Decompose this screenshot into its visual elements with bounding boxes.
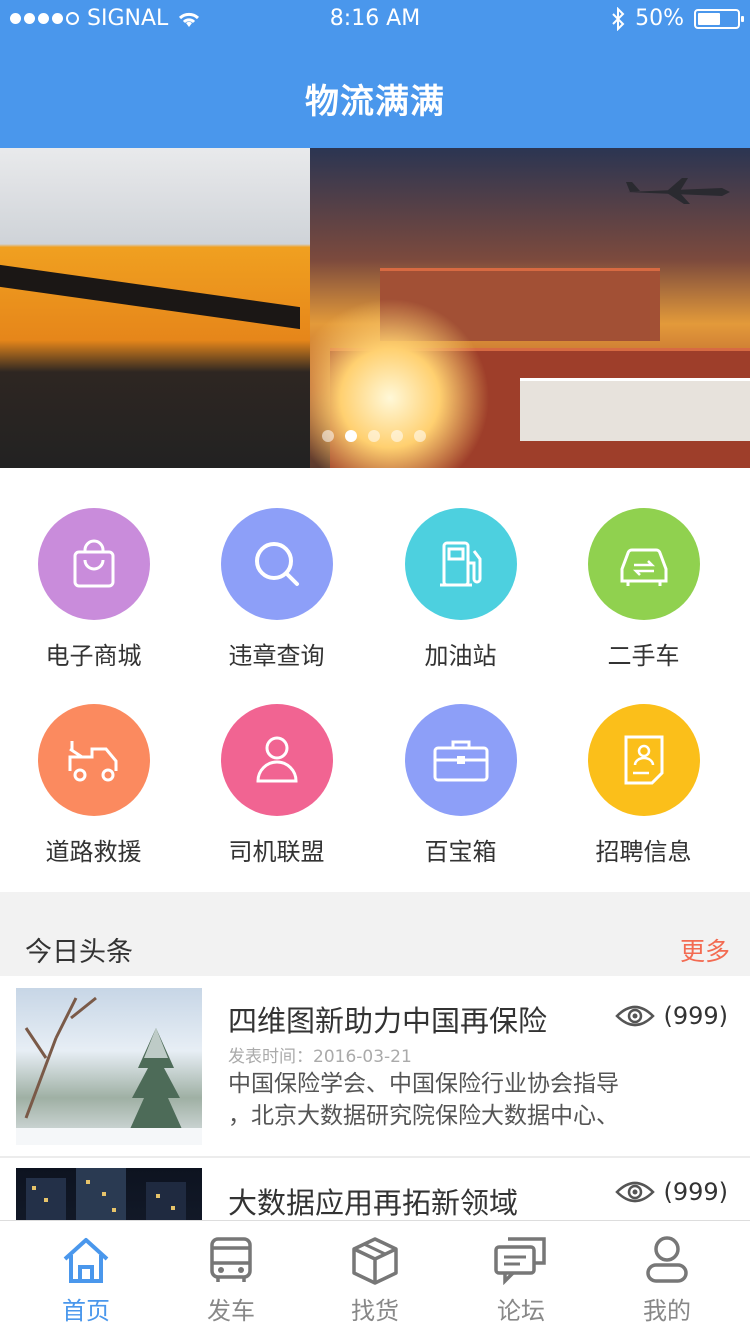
tab-label: 论坛 xyxy=(497,1297,545,1325)
service-label: 违章查询 xyxy=(228,642,325,670)
service-gas-station[interactable]: 加油站 xyxy=(367,508,554,671)
profile-icon xyxy=(646,1236,688,1283)
tab-depart[interactable]: 发车 xyxy=(156,1221,306,1335)
service-grid: 电子商城 违章查询 加油站 二手车 道路救援 司机联盟 百宝箱 招聘信息 xyxy=(0,468,750,892)
tab-label: 找货 xyxy=(351,1297,399,1325)
shopping-bag-icon xyxy=(37,508,150,620)
header: SIGNAL 8:16 AM 50% 物流满满 xyxy=(0,0,750,148)
service-used-car[interactable]: 二手车 xyxy=(550,508,737,671)
news-title: 四维图新助力中国再保险 xyxy=(228,1004,548,1038)
pager-dot[interactable] xyxy=(414,430,426,442)
pager-dot[interactable] xyxy=(391,430,403,442)
news-view-count: (999) xyxy=(615,1178,728,1206)
battery-icon xyxy=(694,8,744,29)
news-title: 大数据应用再拓新领域 xyxy=(228,1186,519,1220)
service-driver-alliance[interactable]: 司机联盟 xyxy=(183,704,370,867)
news-description-line: 中国保险学会、中国保险行业协会指导 xyxy=(228,1071,619,1097)
news-description: 中国保险学会、中国保险行业协会指导 ，北京大数据研究院保险大数据中心、 xyxy=(228,1068,708,1132)
pager-dot[interactable] xyxy=(322,430,334,442)
news-description-line: ，北京大数据研究院保险大数据中心、 xyxy=(228,1103,619,1129)
tow-truck-icon xyxy=(37,704,150,816)
banner-truck xyxy=(0,148,310,468)
home-icon xyxy=(63,1238,109,1283)
tab-forum[interactable]: 论坛 xyxy=(446,1221,596,1335)
pager-dot[interactable] xyxy=(368,430,380,442)
package-icon xyxy=(352,1237,398,1285)
service-label: 百宝箱 xyxy=(424,838,497,866)
news-item[interactable]: 大数据应用再拓新领域 (999) xyxy=(0,1158,750,1220)
service-label: 道路救援 xyxy=(45,838,142,866)
news-thumbnail xyxy=(16,1168,202,1220)
service-label: 电子商城 xyxy=(45,642,142,670)
banner-plane-icon xyxy=(626,178,730,204)
news-section-header: 今日头条 更多 xyxy=(0,912,750,976)
banner-pager xyxy=(322,430,426,442)
search-icon xyxy=(220,508,333,620)
news-item[interactable]: 四维图新助力中国再保险 (999) 发表时间：2016-03-21 中国保险学会… xyxy=(0,976,750,1158)
status-bar: SIGNAL 8:16 AM 50% xyxy=(0,6,750,38)
service-road-rescue[interactable]: 道路救援 xyxy=(0,704,187,867)
bluetooth-icon xyxy=(612,6,625,31)
tab-label: 我的 xyxy=(643,1297,691,1325)
news-date: 发表时间：2016-03-21 xyxy=(228,1047,412,1067)
service-label: 二手车 xyxy=(607,642,680,670)
car-swap-icon xyxy=(587,508,700,620)
view-count-text: (999) xyxy=(663,1178,728,1206)
banner-carousel[interactable] xyxy=(0,148,750,468)
news-section-title: 今日头条 xyxy=(25,937,133,968)
service-recruitment[interactable]: 招聘信息 xyxy=(550,704,737,867)
service-toolbox[interactable]: 百宝箱 xyxy=(367,704,554,867)
eye-icon xyxy=(615,1005,656,1027)
service-violation-query[interactable]: 违章查询 xyxy=(183,508,370,671)
tab-label: 发车 xyxy=(207,1297,255,1325)
tab-label: 首页 xyxy=(62,1297,110,1325)
service-label: 招聘信息 xyxy=(595,838,692,866)
resume-icon xyxy=(587,704,700,816)
battery-percent: 50% xyxy=(635,6,684,31)
tab-find-cargo[interactable]: 找货 xyxy=(300,1221,450,1335)
service-label: 司机联盟 xyxy=(228,838,325,866)
pager-dot-active[interactable] xyxy=(345,430,357,442)
tab-home[interactable]: 首页 xyxy=(11,1221,161,1335)
news-more-link[interactable]: 更多 xyxy=(680,932,730,968)
driver-icon xyxy=(220,704,333,816)
news-thumbnail xyxy=(16,988,202,1145)
eye-icon xyxy=(615,1181,656,1203)
bottom-tab-bar: 首页 发车 找货 论坛 我的 xyxy=(0,1220,750,1335)
banner-containers-white xyxy=(520,378,750,441)
toolbox-icon xyxy=(404,704,517,816)
bus-icon xyxy=(210,1237,252,1282)
service-mall[interactable]: 电子商城 xyxy=(0,508,187,671)
service-label: 加油站 xyxy=(424,642,497,670)
news-view-count: (999) xyxy=(615,1002,728,1030)
gas-pump-icon xyxy=(404,508,517,620)
view-count-text: (999) xyxy=(663,1002,728,1030)
tab-profile[interactable]: 我的 xyxy=(592,1221,742,1335)
page-title: 物流满满 xyxy=(305,82,445,122)
chat-icon xyxy=(494,1237,546,1286)
